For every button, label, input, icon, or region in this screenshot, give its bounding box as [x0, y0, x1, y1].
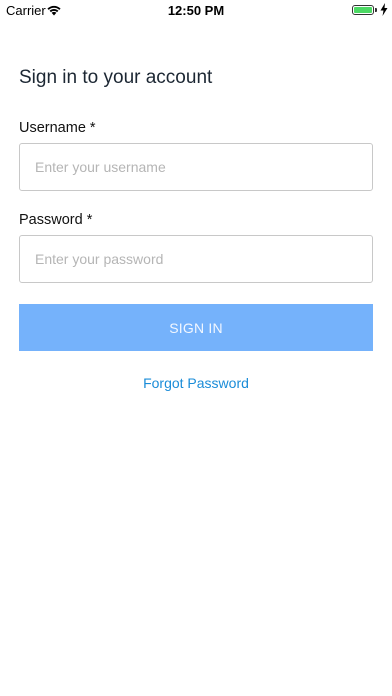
- status-bar: Carrier 12:50 PM: [0, 0, 392, 22]
- battery-tip: [375, 8, 377, 12]
- username-label: Username *: [19, 120, 96, 136]
- forgot-password-link[interactable]: Forgot Password: [0, 374, 392, 392]
- password-label: Password *: [19, 212, 93, 228]
- battery-level: [354, 7, 372, 13]
- page-title: Sign in to your account: [19, 67, 213, 88]
- battery-icon: [352, 5, 374, 15]
- clock-time: 12:50 PM: [167, 3, 225, 18]
- sign-in-button[interactable]: SIGN IN: [19, 304, 373, 351]
- charging-bolt-icon: [380, 3, 388, 16]
- password-input[interactable]: [19, 235, 373, 283]
- username-input[interactable]: [19, 143, 373, 191]
